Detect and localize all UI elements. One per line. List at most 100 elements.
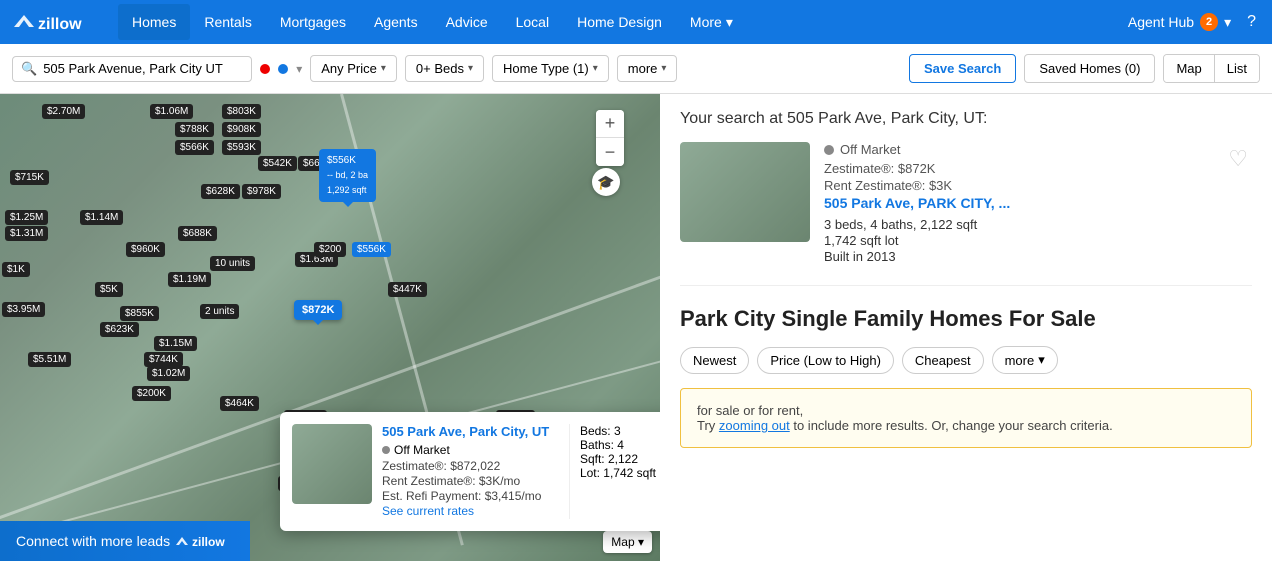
- search-input[interactable]: [43, 61, 243, 76]
- map-toggle-button[interactable]: Map ▾: [603, 531, 652, 553]
- price-label[interactable]: $1.25M: [5, 210, 48, 225]
- zoom-out-link[interactable]: zooming out: [719, 418, 790, 433]
- zoom-out-button[interactable]: −: [596, 138, 624, 166]
- more-filter[interactable]: more ▾: [617, 55, 678, 82]
- nav-item-more[interactable]: More ▾: [676, 4, 747, 41]
- save-heart-button[interactable]: ♡: [1224, 142, 1252, 176]
- price-label[interactable]: $628K: [201, 184, 240, 199]
- saved-homes-button[interactable]: Saved Homes (0): [1024, 54, 1155, 83]
- main-content: $2.70M $1.06M $788K $803K $566K $908K $5…: [0, 94, 1272, 561]
- sort-newest-button[interactable]: Newest: [680, 347, 749, 374]
- price-label[interactable]: $566K: [175, 140, 214, 155]
- price-label-highlight[interactable]: $556K: [352, 242, 391, 257]
- property-status: Off Market: [824, 142, 1210, 157]
- popup-specs: Beds: 3 Baths: 4 Sqft: 2,122 Lot: 1,742 …: [569, 424, 660, 519]
- price-label[interactable]: $593K: [222, 140, 261, 155]
- nav-right: Agent Hub 2 ▾ ?: [1128, 9, 1260, 35]
- svg-text:zillow: zillow: [192, 535, 225, 549]
- price-label[interactable]: $688K: [178, 226, 217, 241]
- save-search-button[interactable]: Save Search: [909, 54, 1016, 83]
- map-area[interactable]: $2.70M $1.06M $788K $803K $566K $908K $5…: [0, 94, 660, 561]
- map-zoom-controls: + −: [596, 110, 624, 166]
- sort-price-button[interactable]: Price (Low to High): [757, 347, 894, 374]
- sort-more-dropdown[interactable]: more ▾: [992, 346, 1058, 374]
- red-dot: [260, 64, 270, 74]
- price-label[interactable]: $1.19M: [168, 272, 211, 287]
- price-label[interactable]: $3.95M: [2, 302, 45, 317]
- selected-price-bubble[interactable]: $556K -- bd, 2 ba 1,292 sqft: [319, 149, 376, 202]
- price-label[interactable]: $1.31M: [5, 226, 48, 241]
- chevron-down-icon: ▾: [593, 63, 598, 74]
- popup-zestimate: Zestimate®: $872,022: [382, 459, 559, 473]
- zoom-in-button[interactable]: +: [596, 110, 624, 138]
- selected-property-bubble[interactable]: $872K: [294, 300, 342, 320]
- nav-item-homes[interactable]: Homes: [118, 4, 190, 40]
- price-label[interactable]: 2 units: [200, 304, 239, 319]
- price-label[interactable]: $200K: [132, 386, 171, 401]
- search-bar: 🔍 ▾ Any Price ▾ 0+ Beds ▾ Home Type (1) …: [0, 44, 1272, 94]
- property-card: Off Market Zestimate®: $872K Rent Zestim…: [680, 142, 1252, 286]
- map-popup: 505 Park Ave, Park City, UT Off Market Z…: [280, 412, 660, 531]
- price-label[interactable]: $5K: [95, 282, 123, 297]
- view-toggle: Map List: [1163, 54, 1260, 83]
- map-toggle-label: Map ▾: [611, 535, 644, 549]
- price-label[interactable]: $2.70M: [42, 104, 85, 119]
- top-navigation: zillow Homes Rentals Mortgages Agents Ad…: [0, 0, 1272, 44]
- price-label[interactable]: $1.06M: [150, 104, 193, 119]
- nav-item-rentals[interactable]: Rentals: [190, 4, 265, 40]
- nav-item-advice[interactable]: Advice: [432, 4, 502, 40]
- nav-items: Homes Rentals Mortgages Agents Advice Lo…: [118, 4, 1128, 41]
- nav-item-agents[interactable]: Agents: [360, 4, 432, 40]
- price-label[interactable]: $744K: [144, 352, 183, 367]
- price-label[interactable]: $1.15M: [154, 336, 197, 351]
- price-label[interactable]: $855K: [120, 306, 159, 321]
- property-image: [680, 142, 810, 242]
- price-label[interactable]: $1.14M: [80, 210, 123, 225]
- price-label[interactable]: $978K: [242, 184, 281, 199]
- popup-refi-link[interactable]: See current rates: [382, 504, 559, 518]
- price-label[interactable]: $1K: [2, 262, 30, 277]
- price-label[interactable]: $960K: [126, 242, 165, 257]
- home-type-filter[interactable]: Home Type (1) ▾: [492, 55, 609, 82]
- property-lot: 1,742 sqft lot: [824, 233, 1210, 248]
- off-market-dot: [382, 446, 390, 454]
- popup-rent-zestimate: Rent Zestimate®: $3K/mo: [382, 474, 559, 488]
- price-label[interactable]: $542K: [258, 156, 297, 171]
- popup-status: Off Market: [382, 443, 559, 457]
- property-address-link[interactable]: 505 Park Ave, PARK CITY, ...: [824, 195, 1210, 211]
- price-label[interactable]: $5.51M: [28, 352, 71, 367]
- search-icon: 🔍: [21, 61, 37, 77]
- connect-text: Connect with more leads: [16, 533, 170, 549]
- price-label[interactable]: $200: [314, 242, 346, 257]
- sort-cheapest-button[interactable]: Cheapest: [902, 347, 984, 374]
- connect-banner[interactable]: Connect with more leads zillow: [0, 521, 250, 561]
- price-label[interactable]: $788K: [175, 122, 214, 137]
- agent-hub-button[interactable]: Agent Hub 2 ▾: [1128, 13, 1231, 31]
- price-label[interactable]: $1.02M: [147, 366, 190, 381]
- filter-dot-icon[interactable]: ▾: [296, 62, 302, 76]
- price-label[interactable]: $803K: [222, 104, 261, 119]
- price-label[interactable]: $715K: [10, 170, 49, 185]
- nav-item-local[interactable]: Local: [502, 4, 563, 40]
- zillow-logo[interactable]: zillow: [12, 7, 102, 37]
- nav-item-homedesign[interactable]: Home Design: [563, 4, 676, 40]
- price-filter[interactable]: Any Price ▾: [310, 55, 397, 82]
- school-icon[interactable]: 🎓: [592, 168, 620, 196]
- price-label[interactable]: $464K: [220, 396, 259, 411]
- price-label[interactable]: 10 units: [210, 256, 255, 271]
- price-label[interactable]: $447K: [388, 282, 427, 297]
- help-icon[interactable]: ?: [1243, 9, 1260, 35]
- map-view-button[interactable]: Map: [1164, 55, 1213, 82]
- list-view-button[interactable]: List: [1214, 55, 1259, 82]
- property-rent-zestimate: Rent Zestimate®: $3K: [824, 178, 1210, 193]
- beds-filter[interactable]: 0+ Beds ▾: [405, 55, 484, 82]
- nav-item-mortgages[interactable]: Mortgages: [266, 4, 360, 40]
- price-label[interactable]: $623K: [100, 322, 139, 337]
- price-label[interactable]: $908K: [222, 122, 261, 137]
- popup-refi: Est. Refi Payment: $3,415/mo: [382, 489, 559, 503]
- chevron-down-icon: ▾: [1038, 352, 1045, 368]
- svg-text:zillow: zillow: [38, 16, 82, 33]
- blue-dot: [278, 64, 288, 74]
- property-zestimate: Zestimate®: $872K: [824, 161, 1210, 176]
- popup-property-link[interactable]: 505 Park Ave, Park City, UT: [382, 424, 559, 439]
